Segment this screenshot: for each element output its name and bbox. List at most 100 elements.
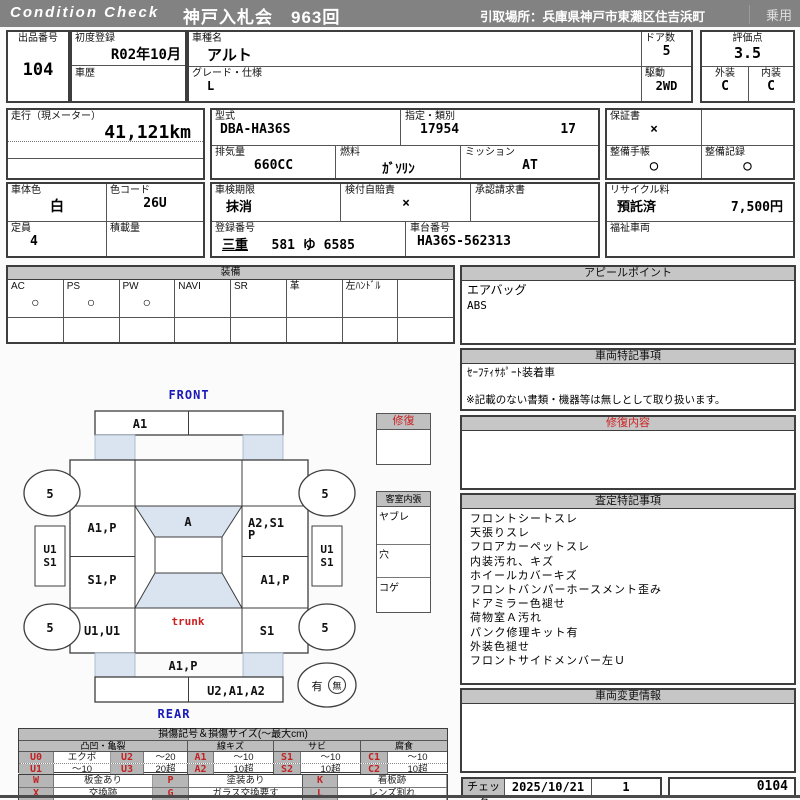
presence-circle [297, 662, 357, 708]
registration-history-box: 初度登録 R02年10月 車歴 [70, 30, 187, 103]
equipment-cell-ps: PS ○ [64, 280, 120, 317]
vehicle-notes-section: 車両特記事項 ｾｰﾌﾃｨｻﾎﾟｰﾄ装着車 ※記載のない書類・機器等は無しとして取… [460, 348, 796, 411]
legend-desc: レンズ割れ [338, 788, 447, 800]
right-rear-door-code: A1,P [261, 573, 290, 587]
right-taillight-shape [242, 652, 284, 678]
legend-code: U0 [19, 752, 54, 763]
legend-desc: ～10 [214, 752, 274, 763]
vehicle-notes-line: ｾｰﾌﾃｨｻﾎﾟｰﾄ装着車 [467, 367, 555, 379]
lot-number-value: 104 [22, 60, 54, 80]
equipment-label: AC [11, 281, 25, 292]
equipment-label: PW [122, 281, 139, 292]
diagram-front-label: FRONT [168, 388, 209, 402]
drive-value: 2WD [655, 79, 678, 93]
equipment-cell-ac: AC ○ [8, 280, 64, 317]
model-code-value: DBA-HA36S [220, 122, 291, 137]
legend-desc: ～20 [144, 752, 188, 763]
repair-content-title: 修復内容 [462, 417, 794, 431]
mission-cell: ミッション AT [462, 146, 598, 178]
fuel-cell: 燃料 ｶﾞｿﾘﾝ [337, 146, 461, 178]
exterior-grade-label: 外装 [715, 68, 735, 79]
score-box: 評価点 3.5 外装 C 内装 C [700, 30, 795, 103]
cabin-lining-title: 客室内張 [377, 492, 430, 507]
equipment-row-empty [8, 317, 453, 342]
legend-desc: 看板跡 [338, 775, 447, 787]
damage-legend-table: 損傷記号＆損傷サイズ(～最大cm) 凸凹・亀裂 線キズ サビ 腐食 U0 エクボ… [18, 728, 448, 775]
doors-value: 5 [662, 44, 671, 59]
equipment-label: PS [66, 281, 81, 292]
inspection-note-item: ドアミラー色褪せ [470, 598, 566, 611]
inspection-note-item: 荷物室Ａ汚れ [470, 612, 542, 625]
registration-prefecture: 三重 [222, 238, 249, 253]
legend-code: S1 [274, 752, 301, 763]
damage-legend-title: 損傷記号＆損傷サイズ(～最大cm) [19, 729, 447, 741]
inspection-expiry-cell: 車検期限 抹消 [212, 184, 341, 221]
load-label: 積載量 [110, 223, 140, 234]
diagram-rear-label: REAR [158, 707, 191, 721]
legend-code: G [153, 788, 189, 800]
marks-row-2: X 交換跡 G ガラス交換要す L レンズ割れ [19, 787, 447, 800]
repair-flag-title: 修復 [377, 414, 430, 430]
exterior-grade-value: C [721, 79, 729, 94]
appeal-line: エアバッグ [467, 283, 527, 297]
legend-code: A1 [188, 752, 214, 763]
legend-desc: ～10 [407, 752, 428, 763]
inspection-note-item: フロントシートスレ [470, 513, 578, 525]
cabin-lining-row-hole: 穴 [377, 545, 430, 578]
legend-desc: 塗装あり [189, 775, 303, 787]
model-name-cell: 車種名 アルト [189, 32, 641, 66]
welfare-cell: 福祉車両 [607, 222, 793, 256]
insurance-cell: 検付自賠責 × [342, 184, 471, 221]
maintenance-record-value: ○ [743, 158, 752, 174]
class-number-label: 指定・類別 [405, 111, 455, 122]
chassis-number-cell: 車台番号 HA36S-562313 [407, 222, 598, 256]
check-code: 0104 [756, 779, 788, 794]
left-mirror-code-2: S1 [43, 556, 57, 569]
inspection-notes-list: フロントシートスレ 天張りスレ フロアカーペットスレ 内装汚れ、キズ ホイールカ… [462, 509, 794, 668]
equipment-label: 左ﾊﾝﾄﾞﾙ [345, 281, 381, 292]
model-name-label: 車種名 [192, 33, 222, 44]
model-name-value: アルト [207, 46, 252, 64]
model-code-label: 型式 [215, 111, 235, 122]
displacement-label: 排気量 [215, 147, 245, 158]
spec-box: 型式 DBA-HA36S 指定・類別 17954 17 排気量 660CC 燃料… [210, 108, 600, 180]
auction-condition-sheet: Condition Check 神戸入札会 963回 引取場所：兵庫県神戸市東灘… [0, 0, 800, 800]
presence-yes-label: 有 [312, 679, 323, 693]
right-headlight-shape [242, 434, 284, 461]
right-quarter-code: S1 [260, 624, 274, 638]
front-bumper-code: A1 [133, 417, 147, 431]
legend-code: U2 [111, 752, 144, 763]
vehicle-notes-title: 車両特記事項 [462, 350, 794, 364]
class-number-cell: 指定・類別 17954 17 [402, 110, 598, 145]
grade-value: L [207, 79, 215, 93]
legend-code: W [19, 775, 54, 787]
score-label: 評価点 [732, 33, 763, 44]
inspection-expiry-label: 車検期限 [215, 185, 255, 196]
right-mirror-code-1: U1 [320, 543, 334, 556]
presence-no-label: 無 [332, 680, 341, 691]
capacity-cell: 定員 4 [8, 222, 106, 256]
body-color-value: 白 [50, 199, 64, 215]
color-code-label: 色コード [110, 185, 150, 196]
color-code-value: 26U [143, 196, 167, 211]
approval-request-cell: 承認請求書 [472, 184, 598, 221]
doors-cell: ドア数 5 [642, 32, 691, 66]
history-label: 車歴 [75, 68, 95, 79]
legend-group-corrosion: 腐食 [361, 741, 447, 751]
legend-desc: 交換跡 [54, 788, 153, 800]
documents-box: 保証書 × 整備手帳 ○ 整備記録 ○ [605, 108, 795, 180]
left-mirror-code-1: U1 [43, 543, 57, 556]
body-color-label: 車体色 [11, 185, 41, 196]
left-headlight-shape [94, 434, 136, 461]
interior-grade-label: 内装 [761, 68, 781, 79]
grade-cell: グレード・仕様 L [189, 67, 641, 101]
legend-code: P [153, 775, 189, 787]
recycle-fee-label: リサイクル料 [610, 185, 670, 196]
right-mirror-code-2: S1 [320, 556, 334, 569]
equipment-label: 革 [289, 281, 300, 292]
maintenance-book-label: 整備手帳 [610, 147, 650, 158]
equipment-title: 装備 [8, 267, 453, 280]
inspection-note-item: 外装色褪せ [470, 640, 530, 653]
windshield-code: A [184, 515, 192, 529]
vehicle-notes-footnote: ※記載のない書類・機器等は無しとして取り扱います。 [466, 394, 726, 406]
